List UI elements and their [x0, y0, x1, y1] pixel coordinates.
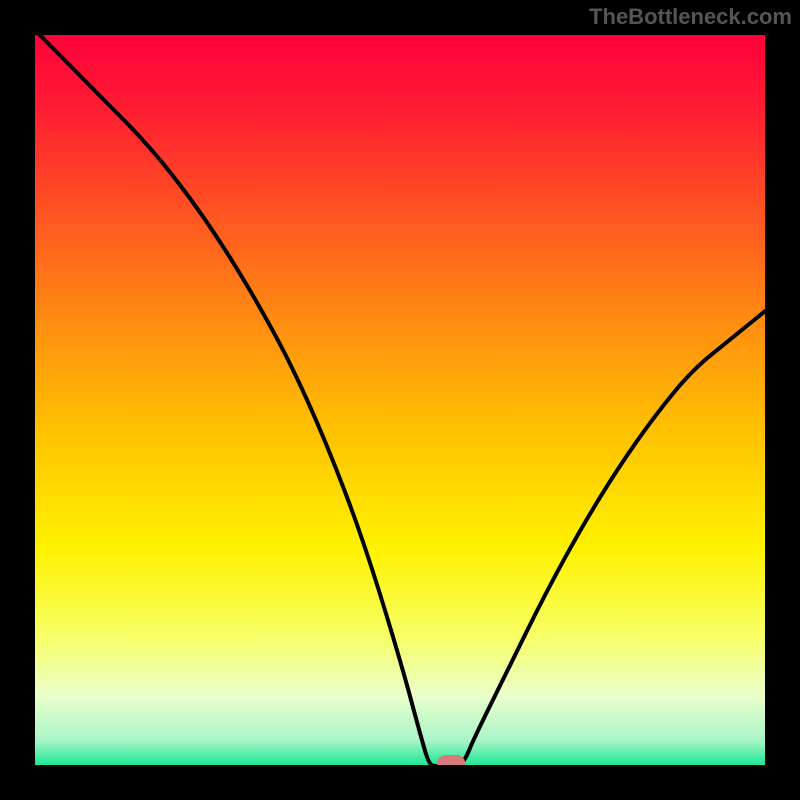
- bottleneck-chart: TheBottleneck.com: [0, 0, 800, 800]
- watermark-text: TheBottleneck.com: [589, 4, 792, 30]
- chart-svg: [0, 0, 800, 800]
